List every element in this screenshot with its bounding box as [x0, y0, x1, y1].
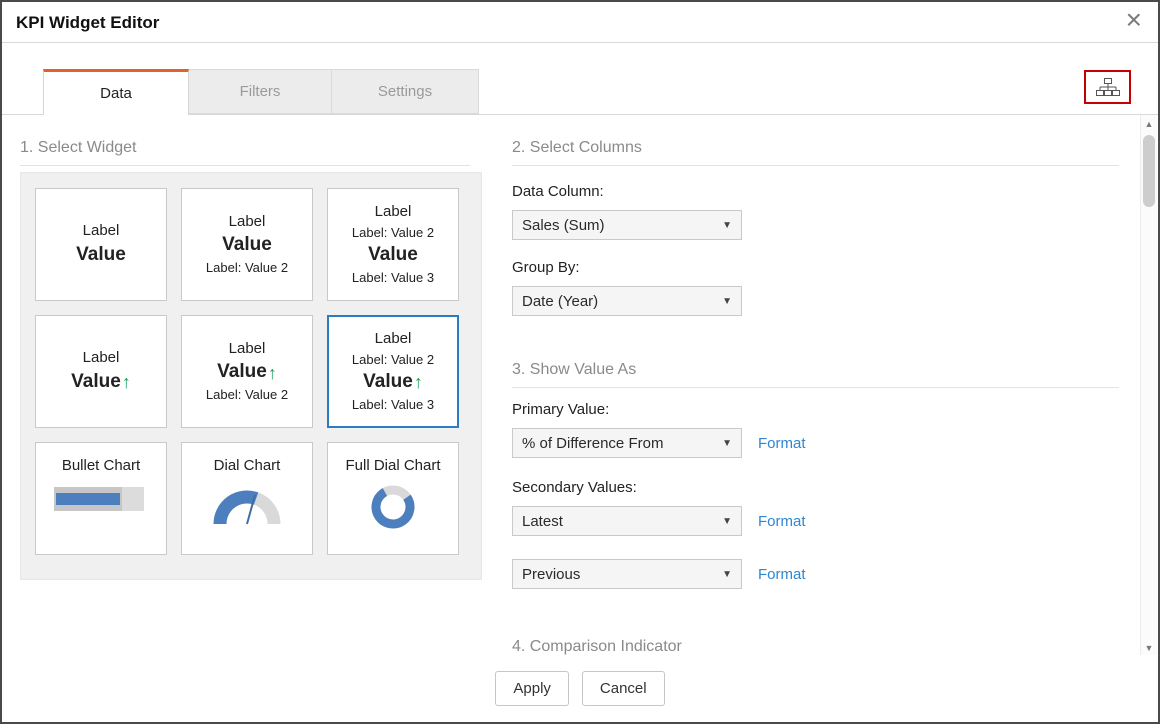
select-columns-heading: 2. Select Columns — [512, 138, 1119, 166]
trend-up-icon: ↑ — [414, 373, 423, 391]
widget-card-label-value[interactable]: Label Value — [35, 188, 167, 301]
widget-chart-title: Bullet Chart — [62, 457, 140, 474]
widget-label: Label — [375, 330, 412, 349]
data-column-value: Sales (Sum) — [522, 217, 605, 234]
data-column-dropdown[interactable]: Sales (Sum) ▼ — [512, 210, 742, 240]
trend-up-icon: ↑ — [268, 364, 277, 382]
group-by-value: Date (Year) — [522, 293, 598, 310]
dropdown-arrow-icon: ▼ — [722, 438, 732, 449]
secondary-value-1: Latest — [522, 513, 563, 530]
tab-filters[interactable]: Filters — [189, 69, 332, 114]
widget-value: Value — [368, 244, 418, 267]
primary-value-label: Primary Value: — [512, 400, 1119, 419]
chart-type-button[interactable] — [1084, 70, 1131, 104]
secondary-value-2: Previous — [522, 566, 580, 583]
widget-subvalue: Label: Value 2 — [206, 387, 288, 403]
widget-label: Label — [83, 222, 120, 241]
widget-card-label-two-subs[interactable]: Label Label: Value 2 Value Label: Value … — [327, 188, 459, 301]
full-dial-chart-icon — [370, 484, 416, 530]
widget-card-bullet-chart[interactable]: Bullet Chart — [35, 442, 167, 555]
dialog-title: KPI Widget Editor — [16, 2, 159, 43]
secondary-value-1-dropdown[interactable]: Latest ▼ — [512, 506, 742, 536]
scroll-down-icon[interactable]: ▼ — [1141, 640, 1157, 656]
select-widget-heading: 1. Select Widget — [20, 138, 470, 166]
cancel-button[interactable]: Cancel — [582, 671, 665, 706]
dropdown-arrow-icon: ▼ — [722, 296, 732, 307]
secondary-value-2-dropdown[interactable]: Previous ▼ — [512, 559, 742, 589]
widget-card-dial-chart[interactable]: Dial Chart — [181, 442, 313, 555]
widget-chart-title: Full Dial Chart — [345, 457, 440, 474]
trend-up-icon: ↑ — [122, 373, 131, 391]
bullet-chart-icon — [54, 484, 148, 514]
widget-subvalue: Label: Value 3 — [352, 270, 434, 286]
widget-chart-title: Dial Chart — [214, 457, 281, 474]
primary-value-dropdown[interactable]: % of Difference From ▼ — [512, 428, 742, 458]
widget-subvalue: Label: Value 3 — [352, 397, 434, 413]
secondary-values-label: Secondary Values: — [512, 478, 1119, 497]
widget-value: Value — [76, 244, 126, 267]
widget-card-trend[interactable]: Label Value ↑ — [35, 315, 167, 428]
apply-button[interactable]: Apply — [495, 671, 569, 706]
widget-card-full-dial-chart[interactable]: Full Dial Chart — [327, 442, 459, 555]
widget-value: Value — [71, 371, 121, 394]
widget-card-label-value-sub[interactable]: Label Value Label: Value 2 — [181, 188, 313, 301]
primary-format-link[interactable]: Format — [758, 435, 806, 452]
widget-value: Value — [217, 361, 267, 384]
right-pane: 2. Select Columns Data Column: Sales (Su… — [512, 138, 1119, 657]
scroll-up-icon[interactable]: ▲ — [1141, 116, 1157, 132]
group-by-label: Group By: — [512, 258, 1119, 277]
comparison-indicator-heading: 4. Comparison Indicator — [512, 637, 1119, 657]
widget-label: Label — [229, 213, 266, 232]
data-column-label: Data Column: — [512, 182, 1119, 201]
secondary-format-link-2[interactable]: Format — [758, 566, 806, 583]
title-bar: KPI Widget Editor × — [2, 2, 1158, 43]
tab-data[interactable]: Data — [43, 69, 189, 115]
tab-settings[interactable]: Settings — [332, 69, 479, 114]
dialog-content: 1. Select Widget Label Value Label Value… — [2, 115, 1158, 657]
widget-subvalue: Label: Value 2 — [206, 260, 288, 276]
widget-label: Label — [229, 340, 266, 359]
close-icon[interactable]: × — [1126, 5, 1142, 36]
group-by-dropdown[interactable]: Date (Year) ▼ — [512, 286, 742, 316]
dial-chart-icon — [207, 484, 287, 528]
widget-subvalue: Label: Value 2 — [352, 352, 434, 368]
widget-card-trend-two-subs-selected[interactable]: Label Label: Value 2 Value ↑ Label: Valu… — [327, 315, 459, 428]
widget-value: Value — [222, 234, 272, 257]
show-value-as-heading: 3. Show Value As — [512, 360, 1119, 388]
widget-grid: Label Value Label Value Label: Value 2 L… — [20, 172, 482, 580]
footer-bar: Apply Cancel — [2, 655, 1158, 722]
secondary-format-link-1[interactable]: Format — [758, 513, 806, 530]
scrollbar-thumb[interactable] — [1143, 135, 1155, 207]
dropdown-arrow-icon: ▼ — [722, 516, 732, 527]
widget-label: Label — [375, 203, 412, 222]
sitemap-icon — [1096, 78, 1120, 97]
widget-value: Value — [363, 371, 413, 394]
widget-label: Label — [83, 349, 120, 368]
dropdown-arrow-icon: ▼ — [722, 569, 732, 580]
widget-card-trend-sub[interactable]: Label Value ↑ Label: Value 2 — [181, 315, 313, 428]
kpi-widget-editor-dialog: KPI Widget Editor × Data Filters Setting… — [0, 0, 1160, 724]
dropdown-arrow-icon: ▼ — [722, 220, 732, 231]
primary-value: % of Difference From — [522, 435, 663, 452]
scrollbar[interactable]: ▲ ▼ — [1140, 115, 1157, 657]
widget-subvalue: Label: Value 2 — [352, 225, 434, 241]
